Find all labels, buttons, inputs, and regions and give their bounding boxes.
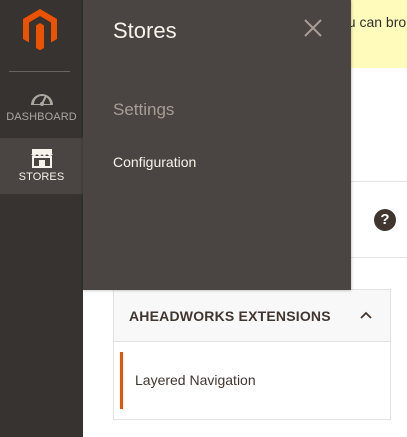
flyout-title: Stores <box>113 18 177 43</box>
aheadworks-extensions-header[interactable]: AHEADWORKS EXTENSIONS <box>114 290 390 342</box>
magento-logo-icon[interactable] <box>22 8 58 50</box>
sidebar-item-dashboard[interactable]: DASHBOARD <box>0 83 83 138</box>
panel-title: AHEADWORKS EXTENSIONS <box>129 308 331 324</box>
layered-navigation-item[interactable]: Layered Navigation <box>120 352 391 409</box>
configuration-link[interactable]: Configuration <box>113 154 196 170</box>
help-icon[interactable]: ? <box>374 209 396 231</box>
sidebar-item-label: STORES <box>18 171 65 183</box>
dashboard-gauge-icon <box>30 94 53 106</box>
chevron-up-icon <box>360 311 372 319</box>
config-tabs-panel: AHEADWORKS EXTENSIONS Layered Navigation <box>113 289 391 420</box>
stores-flyout: Stores Settings Configuration <box>83 0 351 290</box>
admin-sidebar: DASHBOARD STORES <box>0 0 83 437</box>
sidebar-item-stores[interactable]: STORES <box>0 138 83 194</box>
menu-divider <box>9 71 70 72</box>
close-icon[interactable] <box>303 18 323 38</box>
sidebar-item-label: DASHBOARD <box>6 111 77 123</box>
flyout-section-title: Settings <box>113 100 175 119</box>
panel-item-label: Layered Navigation <box>135 372 256 388</box>
storefront-icon <box>30 149 53 168</box>
